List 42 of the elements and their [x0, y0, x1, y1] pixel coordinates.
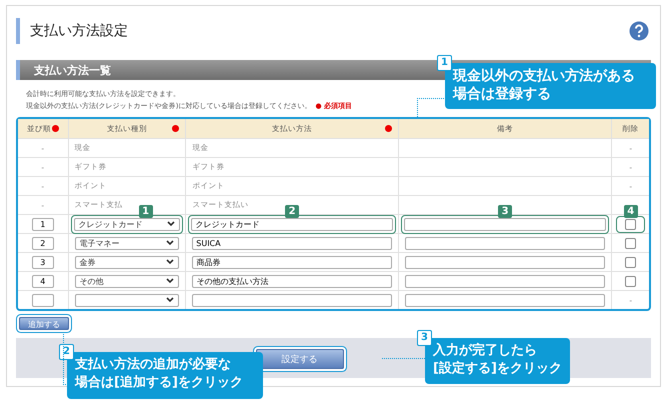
delete-checkbox[interactable] [625, 218, 636, 230]
note-field[interactable] [404, 294, 606, 306]
delete-checkbox[interactable] [625, 276, 636, 286]
chevron-icon [166, 278, 174, 284]
method-field[interactable] [192, 294, 392, 306]
step-badge: 1 [138, 205, 153, 218]
note-field[interactable] [404, 274, 606, 288]
callout-text: 現金以外の支払い方法がある 場合は登録する [453, 68, 635, 102]
help-icon[interactable] [629, 21, 649, 41]
method-field[interactable]: その他の支払い方法 [192, 274, 392, 288]
step-badge: 4 [624, 205, 638, 218]
chevron-icon [166, 297, 174, 303]
step-badge: 3 [498, 205, 512, 218]
order-field[interactable] [32, 294, 54, 306]
step-badge: 2 [59, 344, 74, 360]
method-field[interactable]: SUICA [192, 236, 392, 250]
order-field[interactable]: 2 [32, 236, 54, 250]
step-badge: 2 [285, 205, 300, 218]
method-field[interactable]: 商品券 [192, 256, 392, 268]
chevron-icon [166, 240, 174, 246]
section-title: 支払い方法一覧 [34, 62, 111, 78]
type-dropdown[interactable]: 金券 [74, 256, 180, 268]
note-field[interactable] [404, 218, 606, 230]
delete-checkbox[interactable] [625, 238, 636, 248]
type-dropdown[interactable]: 電子マネー [74, 236, 180, 250]
note-field[interactable] [404, 236, 606, 250]
method-field[interactable]: クレジットカード [191, 218, 393, 230]
callout-text: 入力が完了したら [設定する]をクリック [433, 343, 562, 376]
step-badge: 3 [417, 330, 432, 346]
order-field[interactable]: 1 [32, 218, 54, 230]
delete-checkbox[interactable] [625, 256, 636, 268]
type-dropdown[interactable]: クレジットカード [74, 218, 180, 230]
chevron-icon [166, 259, 174, 265]
page-title: 支払い方法設定 [30, 22, 128, 40]
type-dropdown[interactable]: その他 [74, 274, 180, 288]
type-dropdown[interactable] [74, 294, 180, 306]
order-field[interactable]: 3 [32, 256, 54, 268]
callout-text: 支払い方法の追加が必要な 場合は[追加する]をクリック [75, 357, 243, 390]
chevron-icon [167, 221, 176, 227]
step-badge: 1 [437, 55, 452, 71]
note-field[interactable] [404, 256, 606, 268]
order-field[interactable]: 4 [32, 274, 54, 288]
